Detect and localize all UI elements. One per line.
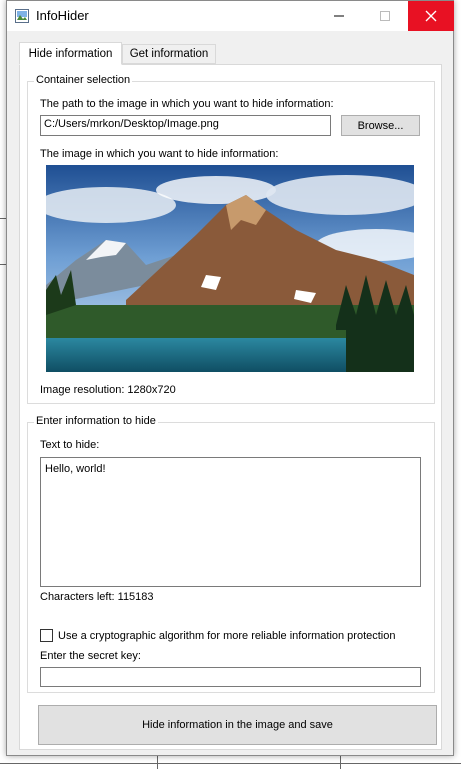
info-to-hide-group: Enter information to hide Text to hide: … xyxy=(27,415,435,693)
tab-get-information[interactable]: Get information xyxy=(122,44,216,64)
container-image-preview xyxy=(46,165,414,372)
secret-key-input[interactable] xyxy=(40,667,421,687)
minimize-button[interactable] xyxy=(316,1,362,31)
container-group-title: Container selection xyxy=(34,74,133,86)
app-icon xyxy=(15,9,29,23)
close-button[interactable] xyxy=(408,1,454,31)
close-icon xyxy=(425,10,437,22)
crypto-checkbox-label[interactable]: Use a cryptographic algorithm for more r… xyxy=(58,630,396,642)
text-to-hide-label: Text to hide: xyxy=(40,439,100,451)
container-selection-group: Container selection The path to the imag… xyxy=(27,74,435,404)
hide-and-save-button[interactable]: Hide information in the image and save xyxy=(38,705,437,745)
hide-information-panel: Container selection The path to the imag… xyxy=(19,64,442,750)
text-to-hide-textarea[interactable]: Hello, world! xyxy=(40,457,421,587)
browse-button[interactable]: Browse... xyxy=(341,115,420,136)
tab-hide-information[interactable]: Hide information xyxy=(19,42,122,65)
characters-left-label: Characters left: 115183 xyxy=(40,591,154,603)
image-label: The image in which you want to hide info… xyxy=(40,148,279,160)
secret-key-label: Enter the secret key: xyxy=(40,650,141,662)
maximize-button[interactable] xyxy=(362,1,408,31)
window-title: InfoHider xyxy=(36,8,89,23)
resolution-label: Image resolution: 1280x720 xyxy=(40,384,176,396)
path-label: The path to the image in which you want … xyxy=(40,98,334,110)
minimize-icon xyxy=(334,15,344,17)
maximize-icon xyxy=(380,11,390,21)
crypto-checkbox[interactable] xyxy=(40,629,53,642)
info-group-title: Enter information to hide xyxy=(34,415,158,427)
image-path-input[interactable]: C:/Users/mrkon/Desktop/Image.png xyxy=(40,115,331,136)
title-bar: InfoHider xyxy=(7,1,454,31)
infohider-window: InfoHider Hide information Get informati… xyxy=(6,0,454,756)
